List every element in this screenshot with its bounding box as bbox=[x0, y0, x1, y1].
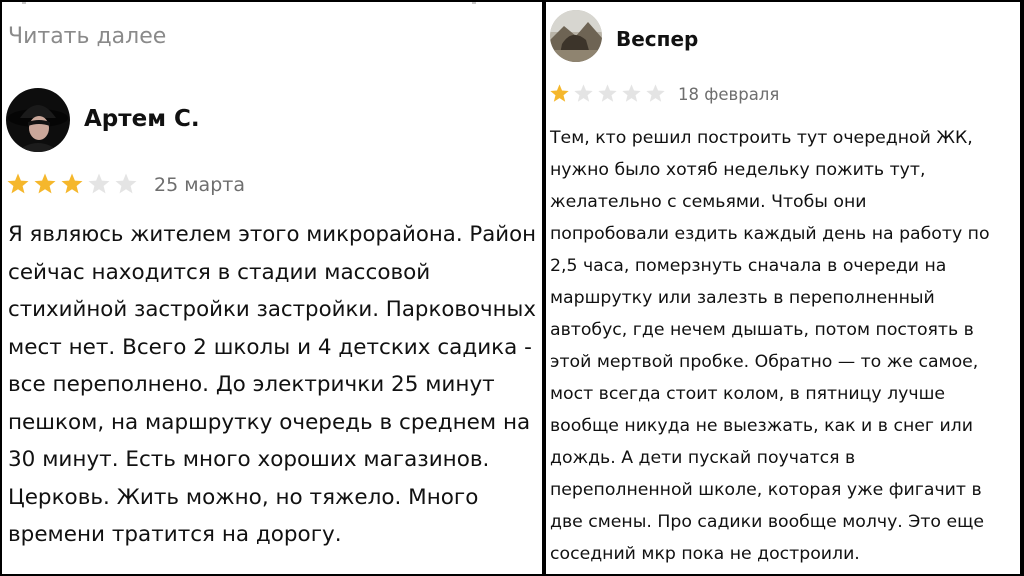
read-more-link[interactable]: Читать далее bbox=[8, 24, 166, 49]
review-text-line: нужно было хотяб недельку пожить тут, bbox=[550, 160, 926, 180]
review-text-line: Церковь. Жить можно, но тяжело. Много bbox=[8, 484, 479, 510]
review-text-line: мост всегда стоит колом, в пятницу лучше bbox=[550, 384, 946, 404]
review-text-line: переполненной школе, которая уже фигачит… bbox=[550, 480, 982, 500]
review-text-line: желательно с семьями. Чтобы они bbox=[550, 192, 867, 212]
review-text-line: стихийной застройки застройки. Парковочн… bbox=[8, 297, 536, 322]
star-icon bbox=[6, 172, 30, 196]
review-date: 25 марта bbox=[154, 174, 245, 196]
rating-stars bbox=[549, 83, 666, 104]
rating-stars bbox=[6, 172, 138, 196]
star-icon bbox=[645, 83, 666, 104]
author-avatar[interactable] bbox=[6, 88, 70, 152]
star-icon bbox=[33, 172, 57, 196]
review-text-line: попробовали ездить каждый день на работу… bbox=[550, 224, 990, 244]
review-text: Я являюсь жителем этого микрорайона. Рай… bbox=[8, 216, 542, 554]
author-name[interactable]: Артем С. bbox=[84, 106, 200, 132]
review-text-line: Тем, кто решил построить тут очередной Ж… bbox=[550, 128, 973, 148]
review-text-line: автобус, где нечем дышать, потом постоят… bbox=[550, 320, 974, 340]
avatar-photo-icon bbox=[6, 88, 70, 152]
review-text-line: пешком, на маршрутку очередь в среднем н… bbox=[8, 409, 531, 435]
star-icon bbox=[60, 172, 84, 196]
star-icon bbox=[573, 83, 594, 104]
review-text-line: дождь. А дети пускай поучатся в bbox=[550, 448, 856, 468]
review-text-line: две смены. Про садики вообще молчу. Это … bbox=[550, 512, 985, 532]
review-text-line: мест нет. Всего 2 школы и 4 детских сади… bbox=[8, 334, 532, 360]
review-card-right: Веспер 18 февраля Тем, кто решил построи… bbox=[546, 2, 1020, 574]
review-text-line: 30 минут. Есть много хороших магазинов. bbox=[8, 447, 490, 472]
review-text-line: времени тратится на дорогу. bbox=[8, 522, 342, 547]
star-icon bbox=[549, 83, 570, 104]
review-text-line: 2,5 часа, померзнуть сначала в очереди н… bbox=[550, 256, 947, 276]
previous-card-edge bbox=[22, 2, 26, 4]
review-text-line: этой мертвой пробке. Обратно — то же сам… bbox=[550, 352, 979, 372]
previous-card-edge bbox=[472, 2, 476, 4]
star-icon bbox=[87, 172, 111, 196]
review-text-line: сейчас находится в стадии массовой bbox=[8, 259, 431, 285]
review-text-line: Я являюсь жителем этого микрорайона. Рай… bbox=[8, 222, 536, 247]
review-date: 18 февраля bbox=[678, 85, 780, 104]
star-icon bbox=[114, 172, 138, 196]
review-text: Тем, кто решил построить тут очередной Ж… bbox=[550, 122, 990, 570]
review-text-line: соседний мкр пока не достроили. bbox=[550, 544, 860, 564]
star-icon bbox=[597, 83, 618, 104]
review-text-line: вообще никуда не выезжать, как и в снег … bbox=[550, 416, 973, 436]
review-card-left: Читать далее Артем С. 25 марта Я являюсь… bbox=[2, 2, 542, 574]
review-text-line: все переполнено. До электрички 25 минут bbox=[8, 372, 495, 397]
review-text-line: маршрутку или залезть в переполненный bbox=[550, 288, 935, 308]
star-icon bbox=[621, 83, 642, 104]
author-name[interactable]: Веспер bbox=[616, 27, 698, 51]
author-avatar[interactable] bbox=[550, 10, 602, 62]
avatar-photo-icon bbox=[550, 10, 602, 62]
